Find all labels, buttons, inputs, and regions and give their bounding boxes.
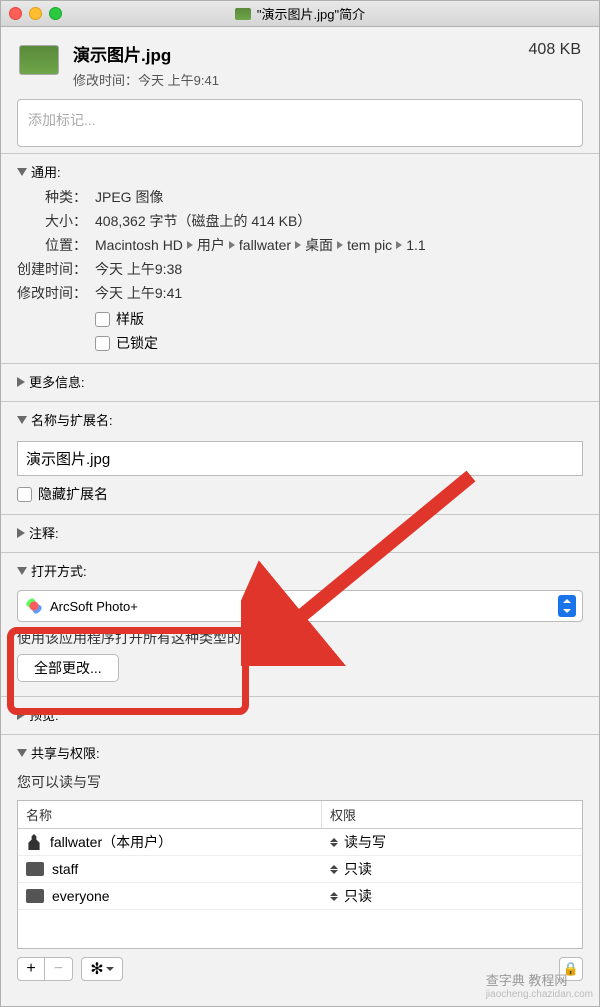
user-name: fallwater（本用户） [50, 832, 172, 852]
modified-value: 今天 上午9:41 [95, 283, 182, 303]
group-icon [26, 889, 44, 903]
minimize-button[interactable] [29, 7, 42, 20]
updown-icon[interactable] [330, 892, 338, 901]
permissions-table: 名称 权限 fallwater（本用户） 读与写 staff 只读 everyo… [17, 800, 583, 949]
size-value: 408,362 字节（磁盘上的 414 KB） [95, 211, 311, 231]
chevron-down-icon [17, 168, 27, 176]
tags-field[interactable]: 添加标记... [17, 99, 583, 147]
chevron-right-icon [396, 241, 402, 249]
close-button[interactable] [9, 7, 22, 20]
sharing-disclosure[interactable]: 共享与权限: [17, 739, 583, 766]
titlebar: "演示图片.jpg"简介 [1, 1, 599, 27]
where-label: 位置： [17, 235, 87, 255]
privilege-value: 读与写 [344, 832, 386, 852]
chevron-right-icon [187, 241, 193, 249]
annotation-arrow [241, 466, 491, 666]
locked-checkbox-row[interactable]: 已锁定 [95, 333, 583, 353]
change-all-button[interactable]: 全部更改... [17, 654, 119, 682]
updown-icon [558, 595, 576, 617]
chevron-down-icon [17, 416, 27, 424]
chevron-right-icon [17, 528, 25, 538]
watermark: 查字典 教程网 jiaocheng.chazidan.com [486, 970, 593, 1000]
moreinfo-disclosure[interactable]: 更多信息: [17, 368, 583, 395]
chevron-right-icon [295, 241, 301, 249]
document-icon [235, 8, 251, 20]
kind-value: JPEG 图像 [95, 187, 163, 207]
chevron-right-icon [17, 377, 25, 387]
you-can-text: 您可以读与写 [17, 772, 583, 792]
moreinfo-title: 更多信息: [29, 372, 85, 391]
nameext-title: 名称与扩展名: [31, 410, 113, 429]
general-section: 通用: 种类： JPEG 图像 大小： 408,362 字节（磁盘上的 414 KB… [1, 153, 599, 363]
window-title: "演示图片.jpg"简介 [257, 4, 365, 23]
modified-label: 修改时间： [73, 73, 138, 88]
user-name: everyone [52, 888, 110, 904]
nameext-disclosure[interactable]: 名称与扩展名: [17, 406, 583, 433]
chevron-down-icon [17, 567, 27, 575]
created-label: 创建时间： [17, 259, 87, 279]
kind-label: 种类： [17, 187, 87, 207]
hide-ext-label: 隐藏扩展名 [38, 484, 108, 504]
table-row[interactable]: staff 只读 [18, 856, 582, 883]
updown-icon[interactable] [330, 865, 338, 874]
stationery-checkbox-row[interactable]: 样版 [95, 309, 583, 329]
checkbox-icon[interactable] [95, 336, 110, 351]
col-priv-header[interactable]: 权限 [322, 801, 582, 828]
file-name: 演示图片.jpg [73, 41, 529, 66]
breadcrumb-part: 桌面 [305, 235, 333, 255]
sharing-section: 共享与权限: 您可以读与写 名称 权限 fallwater（本用户） 读与写 s… [1, 734, 599, 999]
privilege-value: 只读 [344, 859, 372, 879]
group-icon [26, 862, 44, 876]
gear-icon: ✻ [90, 959, 103, 979]
checkbox-icon[interactable] [95, 312, 110, 327]
preview-section: 预览: [1, 696, 599, 734]
modified-label: 修改时间： [17, 283, 87, 303]
chevron-right-icon [337, 241, 343, 249]
table-row[interactable]: everyone 只读 [18, 883, 582, 910]
breadcrumb-part: 1.1 [406, 237, 425, 253]
breadcrumb-part: Macintosh HD [95, 237, 183, 253]
table-row[interactable]: fallwater（本用户） 读与写 [18, 829, 582, 856]
stationery-label: 样版 [116, 309, 144, 329]
file-size: 408 KB [529, 41, 581, 59]
general-title: 通用: [31, 162, 61, 181]
chevron-right-icon [17, 710, 25, 720]
breadcrumb-part: 用户 [197, 235, 225, 255]
comments-title: 注释: [29, 523, 59, 542]
created-value: 今天 上午9:38 [95, 259, 182, 279]
modified-value: 今天 上午9:41 [138, 73, 219, 88]
moreinfo-section: 更多信息: [1, 363, 599, 401]
updown-icon[interactable] [330, 838, 338, 847]
general-disclosure[interactable]: 通用: [17, 158, 583, 185]
remove-user-button[interactable]: − [45, 957, 73, 981]
action-menu-button[interactable]: ✻ [81, 957, 123, 981]
sharing-title: 共享与权限: [31, 743, 100, 762]
user-name: staff [52, 861, 78, 877]
where-breadcrumb: Macintosh HD 用户 fallwater 桌面 tem pic 1.1 [95, 235, 426, 255]
preview-disclosure[interactable]: 预览: [17, 701, 583, 728]
breadcrumb-part: fallwater [239, 237, 291, 253]
openwith-app: ArcSoft Photo+ [50, 599, 138, 614]
privilege-value: 只读 [344, 886, 372, 906]
breadcrumb-part: tem pic [347, 237, 392, 253]
add-user-button[interactable]: + [17, 957, 45, 981]
preview-title: 预览: [29, 705, 59, 724]
chevron-right-icon [229, 241, 235, 249]
size-label: 大小： [17, 211, 87, 231]
file-header: 演示图片.jpg 修改时间：今天 上午9:41 408 KB [1, 27, 599, 97]
person-icon [26, 834, 42, 850]
app-icon [26, 598, 42, 614]
openwith-title: 打开方式: [31, 561, 87, 580]
thumbnail-icon [19, 45, 59, 75]
col-name-header[interactable]: 名称 [18, 801, 322, 828]
zoom-button[interactable] [49, 7, 62, 20]
checkbox-icon[interactable] [17, 487, 32, 502]
locked-label: 已锁定 [116, 333, 158, 353]
chevron-down-icon [17, 749, 27, 757]
tags-placeholder: 添加标记... [28, 112, 96, 128]
